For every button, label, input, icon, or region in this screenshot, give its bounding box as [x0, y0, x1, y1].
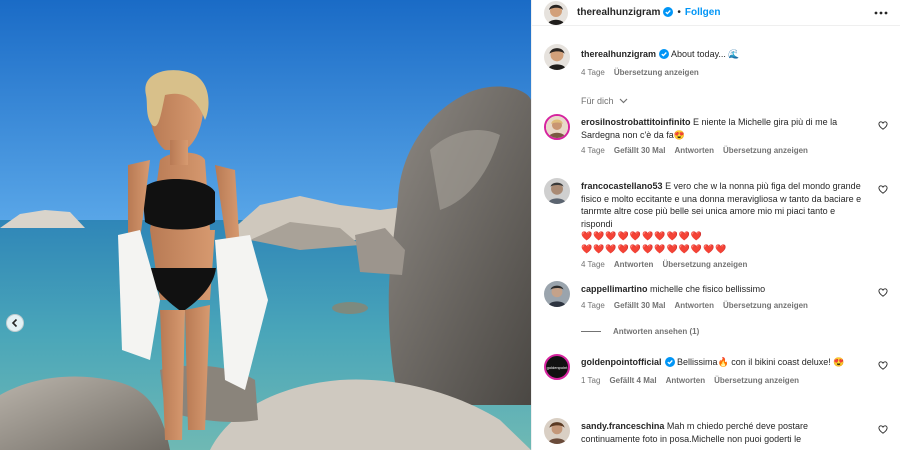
comment-meta: 4 Tage Gefällt 30 Mal Antworten Übersetz…	[581, 300, 868, 313]
comment-text: Bellissima🔥 con il bikini coast deluxe! …	[677, 357, 845, 367]
comment-hearts-line: ❤️❤️❤️❤️❤️❤️❤️❤️❤️❤️❤️❤️	[581, 243, 728, 254]
previous-image-button[interactable]	[6, 314, 24, 332]
author-username[interactable]: therealhunzigram	[577, 7, 660, 18]
reply-button[interactable]: Antworten	[666, 375, 706, 388]
chevron-down-icon	[619, 98, 628, 104]
post-photo	[0, 0, 531, 450]
comment-username[interactable]: francocastellano53	[581, 181, 663, 191]
comment-text: michelle che fisico bellissimo	[650, 284, 766, 294]
like-heart-icon[interactable]	[878, 288, 888, 299]
comment-username[interactable]: goldenpointofficial	[581, 357, 662, 367]
translate-button[interactable]: Übersetzung anzeigen	[723, 145, 808, 158]
comment-filter-dropdown[interactable]: Für dich	[581, 96, 628, 106]
view-replies-button[interactable]: Antworten ansehen (1)	[581, 327, 699, 336]
comments-list: therealhunzigram About today... 🌊 4 Tage…	[532, 36, 900, 450]
beach-photo	[0, 0, 531, 450]
commenter-avatar[interactable]	[544, 114, 570, 140]
comment-hearts-line: ❤️❤️❤️❤️❤️❤️❤️❤️❤️❤️	[581, 231, 704, 241]
commenter-avatar[interactable]: goldenpoint	[544, 354, 570, 380]
comment-likes[interactable]: Gefällt 4 Mal	[609, 375, 656, 388]
comment-username[interactable]: cappellimartino	[581, 284, 648, 294]
caption-text: About today... 🌊	[671, 49, 740, 59]
reply-button[interactable]: Antworten	[614, 259, 654, 272]
commenter-avatar[interactable]	[544, 418, 570, 444]
comment-meta: 1 Tag Gefällt 4 Mal Antworten Übersetzun…	[581, 375, 868, 388]
post-sidebar: therealhunzigram • Follgen therealhunzig…	[531, 0, 900, 450]
reply-button[interactable]: Antworten	[674, 300, 714, 313]
comment-time[interactable]: 4 Tage	[581, 300, 605, 313]
like-heart-icon[interactable]	[878, 185, 888, 196]
like-heart-icon[interactable]	[878, 425, 888, 436]
comment-likes[interactable]: Gefällt 30 Mal	[614, 145, 666, 158]
author-avatar[interactable]	[544, 44, 570, 70]
comment-filter-label: Für dich	[581, 96, 614, 106]
translate-button[interactable]: Übersetzung anzeigen	[614, 67, 699, 80]
translate-button[interactable]: Übersetzung anzeigen	[723, 300, 808, 313]
chevron-left-icon	[11, 318, 18, 328]
avatar-logo-text: goldenpoint	[546, 364, 568, 370]
comment-time[interactable]: 4 Tage	[581, 259, 605, 272]
view-replies-label: Antworten ansehen (1)	[613, 327, 700, 336]
translate-button[interactable]: Übersetzung anzeigen	[662, 259, 747, 272]
verified-icon	[663, 6, 674, 19]
commenter-avatar[interactable]	[544, 281, 570, 307]
verified-icon	[659, 49, 670, 63]
comment-meta: 4 Tage Antworten Übersetzung anzeigen	[581, 259, 868, 272]
post-header: therealhunzigram • Follgen	[532, 0, 900, 26]
caption-time[interactable]: 4 Tage	[581, 67, 605, 80]
like-heart-icon[interactable]	[878, 121, 888, 132]
reply-button[interactable]: Antworten	[674, 145, 714, 158]
more-options-icon[interactable]	[874, 7, 888, 21]
like-heart-icon[interactable]	[878, 361, 888, 372]
separator-dot: •	[677, 7, 681, 18]
author-avatar[interactable]	[544, 0, 568, 25]
follow-button[interactable]: Follgen	[685, 7, 721, 18]
commenter-avatar[interactable]	[544, 178, 570, 204]
comment-username[interactable]: erosilnostrobattitoinfinito	[581, 117, 691, 127]
replies-divider	[581, 331, 601, 332]
caption-username[interactable]: therealhunzigram	[581, 49, 656, 59]
comment-time[interactable]: 4 Tage	[581, 145, 605, 158]
comment-username[interactable]: sandy.franceschina	[581, 421, 664, 431]
comment-meta: 4 Tage Gefällt 30 Mal Antworten Übersetz…	[581, 145, 868, 158]
comment-time[interactable]: 1 Tag	[581, 375, 600, 388]
verified-icon	[664, 357, 675, 371]
translate-button[interactable]: Übersetzung anzeigen	[714, 375, 799, 388]
caption-meta: 4 Tage Übersetzung anzeigen	[581, 67, 868, 80]
comment-likes[interactable]: Gefällt 30 Mal	[614, 300, 666, 313]
